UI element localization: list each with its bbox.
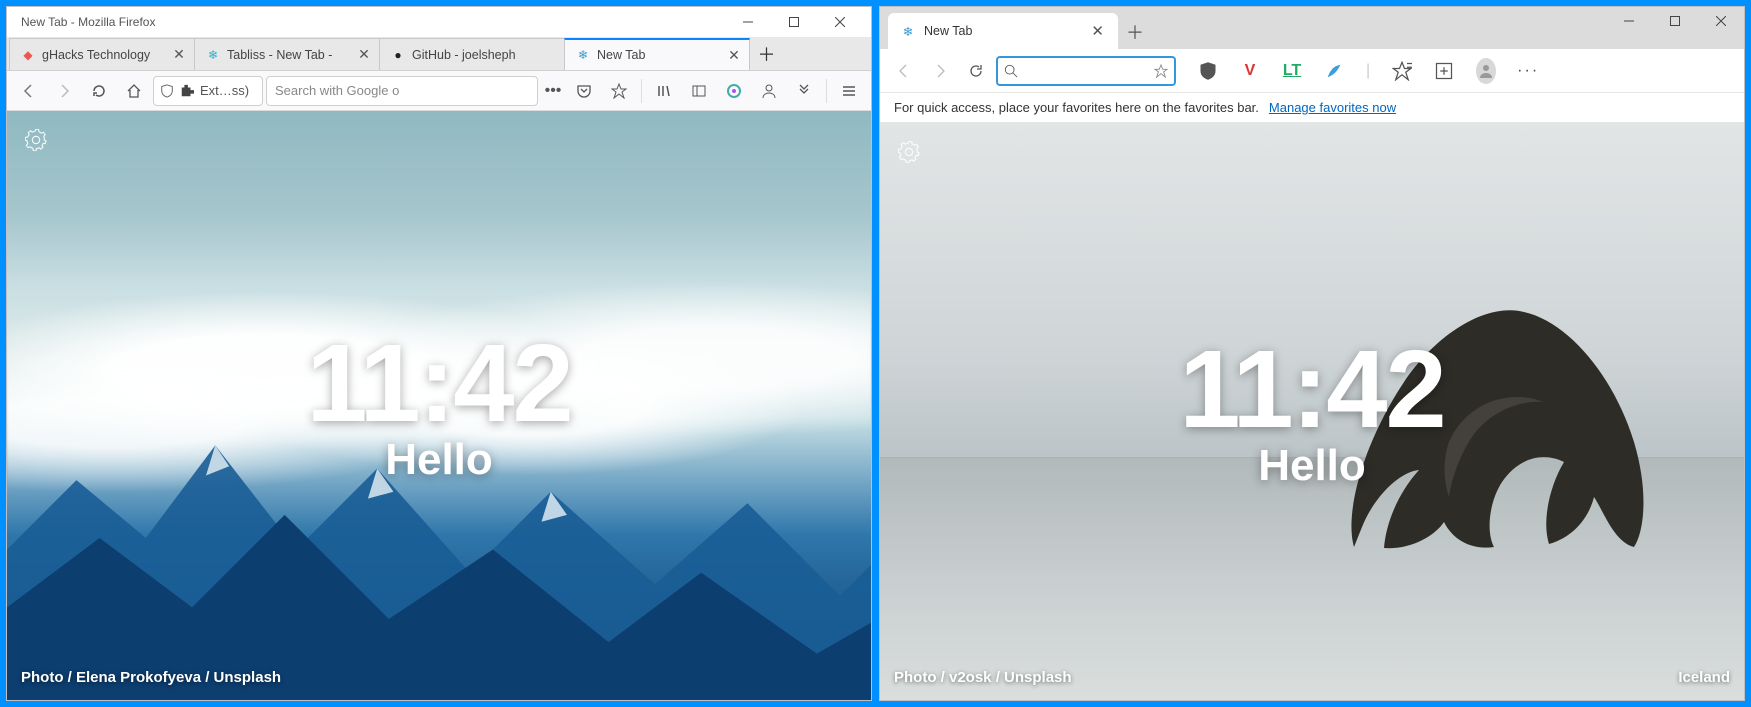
firefox-tabstrip: ◆ gHacks Technology ✕ ❄ Tabliss - New Ta… [7, 37, 871, 71]
search-icon [1004, 64, 1018, 78]
extension-icon[interactable]: V [1240, 61, 1260, 81]
tab-ghacks[interactable]: ◆ gHacks Technology ✕ [9, 38, 195, 70]
extensions-area: V LT | ··· [1198, 61, 1538, 81]
edge-content: 11:42 Hello Photo / v2osk / Unsplash Ice… [880, 123, 1744, 700]
extension-icon[interactable] [1324, 61, 1344, 81]
app-menu-button[interactable] [833, 75, 865, 107]
bookmark-star-button[interactable] [603, 75, 635, 107]
tabliss-overlay: 11:42 Hello [880, 123, 1744, 700]
url-bar[interactable]: Ext…ss) [153, 76, 263, 106]
forward-button[interactable] [924, 55, 956, 87]
new-tab-button[interactable]: ＋ [749, 38, 783, 70]
tab-label: Tabliss - New Tab - [227, 48, 355, 62]
profile-button[interactable] [753, 75, 785, 107]
close-button[interactable] [1698, 7, 1744, 35]
back-button[interactable] [13, 75, 45, 107]
tabliss-icon: ❄ [900, 23, 916, 39]
home-button[interactable] [118, 75, 150, 107]
overflow-button[interactable] [788, 75, 820, 107]
edge-titlebar: ❄ New Tab ✕ ＋ [880, 7, 1744, 49]
photo-location: Iceland [1678, 669, 1730, 686]
fxaccount-button[interactable] [718, 75, 750, 107]
search-placeholder: Search with Google o [275, 83, 399, 98]
pocket-button[interactable] [568, 75, 600, 107]
tab-label: New Tab [597, 48, 725, 62]
maximize-button[interactable] [771, 8, 817, 36]
settings-menu-button[interactable]: ··· [1518, 61, 1538, 81]
tab-label: New Tab [924, 24, 972, 38]
new-tab-button[interactable]: ＋ [1118, 15, 1152, 49]
sidebar-button[interactable] [683, 75, 715, 107]
window-title: New Tab - Mozilla Firefox [21, 15, 725, 29]
tab-close-icon[interactable]: ✕ [170, 46, 188, 64]
tab-close-icon[interactable]: ✕ [355, 46, 373, 64]
extension-icon [180, 84, 194, 98]
favicon-icon: ● [390, 47, 406, 63]
tab-github[interactable]: ● GitHub - joelsheph [379, 38, 565, 70]
tabliss-overlay: 11:42 Hello [7, 111, 871, 700]
toolbar-divider [641, 79, 642, 103]
favicon-icon: ❄ [205, 47, 221, 63]
manage-favorites-link[interactable]: Manage favorites now [1269, 100, 1396, 115]
greeting-text: Hello [1258, 441, 1366, 491]
tab-close-icon[interactable]: ✕ [1087, 22, 1108, 40]
extension-icon[interactable]: LT [1282, 61, 1302, 81]
photo-credit: Photo / v2osk / Unsplash [894, 669, 1072, 686]
back-button[interactable] [888, 55, 920, 87]
photo-credit: Photo / Elena Prokofyeva / Unsplash [21, 669, 281, 686]
favorites-bar: For quick access, place your favorites h… [880, 93, 1744, 123]
profile-button[interactable] [1476, 61, 1496, 81]
page-actions-button[interactable]: ••• [541, 75, 565, 107]
shield-icon [160, 84, 174, 98]
tab-label: gHacks Technology [42, 48, 170, 62]
clock-time: 11:42 [306, 326, 571, 442]
minimize-button[interactable] [1606, 7, 1652, 35]
url-text: Ext…ss) [200, 83, 249, 98]
firefox-toolbar: Ext…ss) Search with Google o ••• [7, 71, 871, 111]
refresh-button[interactable] [960, 55, 992, 87]
favicon-icon: ◆ [20, 47, 36, 63]
tab-close-icon[interactable]: ✕ [725, 46, 743, 64]
ublock-icon[interactable] [1198, 61, 1218, 81]
firefox-window: New Tab - Mozilla Firefox ◆ gHacks Techn… [6, 6, 872, 701]
favorite-star-icon[interactable] [1154, 64, 1168, 78]
toolbar-divider [826, 79, 827, 103]
reload-button[interactable] [83, 75, 115, 107]
tabliss-icon: ❄ [575, 47, 591, 63]
edge-toolbar: V LT | ··· [880, 49, 1744, 93]
search-bar[interactable]: Search with Google o [266, 76, 538, 106]
tab-tabliss[interactable]: ❄ Tabliss - New Tab - ✕ [194, 38, 380, 70]
forward-button[interactable] [48, 75, 80, 107]
clock-time: 11:42 [1179, 332, 1444, 448]
tab-label: GitHub - joelsheph [412, 48, 558, 62]
favorites-hint: For quick access, place your favorites h… [894, 100, 1259, 115]
collections-button[interactable] [1434, 61, 1454, 81]
firefox-content: 11:42 Hello Photo / Elena Prokofyeva / U… [7, 111, 871, 700]
edge-window: ❄ New Tab ✕ ＋ V LT [879, 6, 1745, 701]
close-button[interactable] [817, 8, 863, 36]
tab-newtab[interactable]: ❄ New Tab ✕ [888, 13, 1118, 49]
firefox-titlebar: New Tab - Mozilla Firefox [7, 7, 871, 37]
address-bar[interactable] [996, 56, 1176, 86]
favorites-button[interactable] [1392, 61, 1412, 81]
greeting-text: Hello [385, 435, 493, 485]
minimize-button[interactable] [725, 8, 771, 36]
library-button[interactable] [648, 75, 680, 107]
address-input[interactable] [1024, 63, 1148, 78]
maximize-button[interactable] [1652, 7, 1698, 35]
tab-newtab[interactable]: ❄ New Tab ✕ [564, 38, 750, 70]
